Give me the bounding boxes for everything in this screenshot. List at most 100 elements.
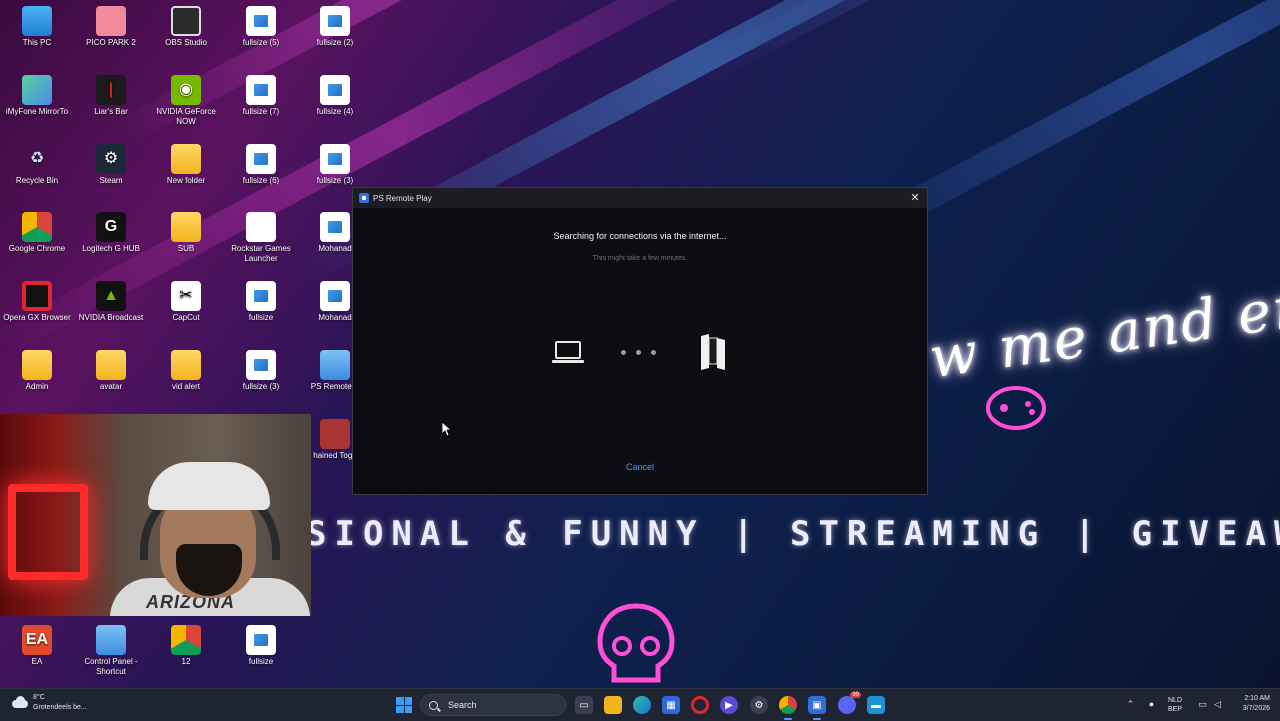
image-shortcut-icon — [246, 281, 276, 311]
edge-icon[interactable] — [633, 696, 651, 714]
desktop-icon-label: iMyFone MirrorTo — [5, 107, 69, 116]
language-code: NLD — [1168, 697, 1183, 704]
desktop-icon[interactable]: Opera GX Browser — [0, 281, 74, 323]
desktop-icon[interactable]: New folder — [149, 144, 223, 186]
opera-gx-icon[interactable] — [691, 696, 709, 714]
desktop-icon[interactable]: 12 — [149, 625, 223, 667]
ps-remote-play-icon — [359, 193, 369, 203]
desktop-icon[interactable]: fullsize (4) — [298, 75, 372, 117]
desktop-icon[interactable]: G Logitech G HUB — [74, 212, 148, 254]
ps-remote-play-icon[interactable]: ▣ — [808, 696, 826, 720]
desktop-icon[interactable]: fullsize (3) — [298, 144, 372, 186]
game-overlay-icon[interactable]: ⚙ — [750, 696, 768, 714]
language-indicator[interactable]: NLD BEP — [1168, 696, 1182, 714]
image-shortcut-icon — [320, 144, 350, 174]
taskbar-search-box[interactable]: Search — [420, 694, 566, 716]
desktop-icon-label: fullsize (6) — [242, 176, 280, 185]
search-icon — [429, 700, 438, 710]
remote-desktop-icon[interactable]: ▬ — [867, 696, 885, 714]
desktop-icon[interactable]: fullsize (5) — [224, 6, 298, 48]
desktop-icon[interactable]: fullsize (3) — [224, 350, 298, 392]
desktop-icon[interactable]: EA EA — [0, 625, 74, 667]
desktop-icon-label: fullsize — [248, 313, 274, 322]
desktop-icon[interactable]: Rockstar Games Launcher — [224, 212, 298, 264]
pc-icon — [22, 6, 52, 36]
mirror-app-icon — [22, 75, 52, 105]
cancel-button[interactable]: Cancel — [626, 462, 654, 472]
file-explorer-icon[interactable] — [604, 696, 622, 714]
image-shortcut-icon — [320, 75, 350, 105]
network-icon[interactable]: ▭ — [1197, 699, 1208, 710]
neon-skull-icon — [597, 603, 675, 683]
desktop-icon[interactable]: ♻ Recycle Bin — [0, 144, 74, 186]
keyboard-layout-code: BEP — [1168, 706, 1183, 713]
chrome-icon[interactable] — [779, 696, 797, 720]
desktop-icon[interactable]: fullsize (6) — [224, 144, 298, 186]
desktop-icon-label: fullsize (2) — [316, 38, 354, 47]
desktop-icon[interactable]: Control Panel - Shortcut — [74, 625, 148, 677]
media-app-icon[interactable]: ▶ — [720, 696, 738, 714]
desktop-icon-label: fullsize (3) — [242, 382, 280, 391]
desktop-icon[interactable]: PICO PARK 2 — [74, 6, 148, 48]
obs-icon — [171, 6, 201, 36]
clock-date: 3/7/2026 — [1242, 705, 1270, 712]
desktop-icon[interactable]: fullsize — [224, 281, 298, 323]
weather-temperature: 8°C — [33, 694, 45, 701]
microphone-icon[interactable]: ● — [1146, 699, 1157, 710]
desktop-icon[interactable]: fullsize (7) — [224, 75, 298, 117]
search-placeholder: Search — [448, 700, 477, 710]
desktop-icon-label: vid alert — [171, 382, 200, 391]
chevron-up-icon[interactable]: ⌃ — [1125, 699, 1136, 710]
close-icon[interactable]: ✕ — [907, 190, 923, 206]
desktop-icon[interactable]: fullsize (2) — [298, 6, 372, 48]
desktop-icon[interactable]: iMyFone MirrorTo — [0, 75, 74, 117]
desktop-icon[interactable]: Google Chrome — [0, 212, 74, 254]
folder-icon — [171, 350, 201, 380]
desktop-icon-label: avatar — [99, 382, 123, 391]
desktop-icon[interactable]: ✂ CapCut — [149, 281, 223, 323]
desktop-icon-label: NVIDIA GeForce NOW — [156, 107, 216, 126]
desktop-icon-label: CapCut — [172, 313, 200, 322]
desktop-icon[interactable]: ◉ NVIDIA GeForce NOW — [149, 75, 223, 127]
discord-icon[interactable]: 99 — [838, 692, 861, 714]
cloud-icon — [10, 696, 28, 710]
image-shortcut-icon — [246, 350, 276, 380]
task-view-icon[interactable]: ▭ — [575, 696, 593, 714]
search-status-heading: Searching for connections via the intern… — [553, 231, 727, 241]
desktop-icon[interactable]: fullsize — [224, 625, 298, 667]
game-icon — [96, 6, 126, 36]
desktop-icon[interactable]: This PC — [0, 6, 74, 48]
system-clock[interactable]: 2:10 AM 3/7/2026 — [1232, 694, 1270, 714]
desktop-icon-label: fullsize (5) — [242, 38, 280, 47]
ps-remote-play-window: PS Remote Play ✕ Searching for connectio… — [352, 187, 928, 495]
image-shortcut-icon — [320, 281, 350, 311]
desktop-icon-label: fullsize (7) — [242, 107, 280, 116]
desktop-icon[interactable]: ▲ NVIDIA Broadcast — [74, 281, 148, 323]
desktop-icon[interactable]: Admin — [0, 350, 74, 392]
desktop-icon-label: Control Panel - Shortcut — [84, 657, 138, 676]
nvidia-broadcast-icon: ▲ — [96, 281, 126, 311]
desktop-icon[interactable]: OBS Studio — [149, 6, 223, 48]
desktop-icon[interactable]: ⚙ Steam — [74, 144, 148, 186]
folder-icon — [22, 350, 52, 380]
desktop-icon-label: Logitech G HUB — [82, 244, 140, 253]
desktop-icon-label: NVIDIA Broadcast — [78, 313, 144, 322]
ea-icon: EA — [22, 625, 52, 655]
desktop-icon[interactable]: | Liar's Bar — [74, 75, 148, 117]
desktop-icon-label: EA — [31, 657, 43, 666]
laptop-icon — [552, 341, 584, 363]
taskbar: 8°C Grotendeels be... Search ▭ ▦ ▶ ⚙ ▣ 9… — [0, 688, 1280, 721]
desktop-icon[interactable]: avatar — [74, 350, 148, 392]
window-title-bar[interactable]: PS Remote Play ✕ — [353, 188, 927, 208]
chrome-icon — [22, 212, 52, 242]
connection-progress-dots — [621, 350, 656, 355]
weather-widget[interactable]: 8°C Grotendeels be... — [10, 693, 87, 713]
desktop-icon[interactable]: vid alert — [149, 350, 223, 392]
store-icon[interactable]: ▦ — [662, 696, 680, 714]
desktop-icon[interactable]: SUB — [149, 212, 223, 254]
document-icon — [246, 212, 276, 242]
discord-notification-badge: 99 — [850, 692, 861, 698]
windows-start-icon[interactable] — [396, 697, 412, 713]
progress-dot — [651, 350, 656, 355]
volume-icon[interactable]: ◁ — [1212, 699, 1223, 710]
